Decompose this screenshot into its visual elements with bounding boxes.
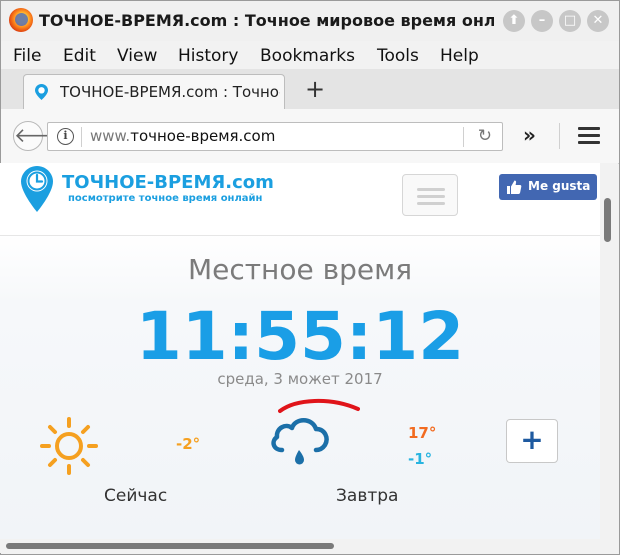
menu-history[interactable]: History	[178, 46, 238, 66]
tab-label: ТОЧНОЕ-ВРЕМЯ.com : Точное	[60, 83, 280, 101]
window-close-button[interactable]: ✕	[587, 10, 609, 32]
info-icon[interactable]: i	[57, 128, 74, 145]
window-up-button[interactable]: ⬆	[503, 10, 525, 32]
tomorrow-high-temperature: 17°	[408, 424, 437, 442]
navigation-bar: 🡐 i www.точное-время.com ↻ »	[1, 109, 619, 164]
tomorrow-label: Завтра	[336, 486, 399, 506]
reload-separator	[463, 127, 464, 147]
clock-time: 11:55:12	[135, 298, 465, 375]
toolbar-separator	[559, 123, 560, 149]
url-text[interactable]: www.точное-время.com	[90, 127, 275, 145]
open-menu-icon[interactable]	[578, 127, 600, 145]
menu-file[interactable]: File	[13, 46, 41, 66]
site-header: ТОЧНОЕ-ВРЕМЯ.com посмотрите точное время…	[0, 163, 600, 236]
facebook-like-button[interactable]: Me gusta	[499, 174, 597, 200]
hamburger-icon	[417, 188, 445, 191]
title-bar: ТОЧНОЕ-ВРЕМЯ.com : Точное мировое время …	[1, 1, 619, 41]
back-button[interactable]: 🡐	[13, 121, 68, 151]
location-pin-icon	[35, 84, 48, 100]
now-label: Сейчас	[104, 486, 168, 506]
url-separator	[81, 127, 82, 147]
menu-help[interactable]: Help	[440, 46, 479, 66]
firefox-logo-icon	[9, 8, 33, 32]
clock-date: среда, 3 мoжет 2017	[217, 370, 383, 388]
add-location-button[interactable]: +	[506, 419, 558, 463]
site-logo-tagline: посмотрите точное время онлайн	[68, 193, 263, 204]
clock-pin-logo-icon[interactable]	[20, 165, 54, 213]
menu-bar: File Edit View History Bookmarks Tools H…	[1, 41, 619, 69]
site-logo-name[interactable]: ТОЧНОЕ-ВРЕМЯ.com	[62, 172, 274, 193]
menu-edit[interactable]: Edit	[63, 46, 96, 66]
new-tab-button[interactable]: +	[305, 75, 325, 103]
menu-bookmarks[interactable]: Bookmarks	[260, 46, 355, 66]
tomorrow-low-temperature: -1°	[408, 450, 433, 468]
window-minimize-button[interactable]: –	[531, 10, 553, 32]
rain-cloud-icon	[271, 418, 329, 465]
like-label: Me gusta	[528, 179, 591, 193]
tab-strip: ТОЧНОЕ-ВРЕМЯ.com : Точное +	[1, 69, 619, 110]
window-maximize-button[interactable]: □	[559, 10, 581, 32]
web-page: ТОЧНОЕ-ВРЕМЯ.com посмотрите точное время…	[0, 163, 600, 539]
window-title: ТОЧНОЕ-ВРЕМЯ.com : Точное мировое время …	[39, 11, 494, 30]
horizontal-scroll-thumb[interactable]	[6, 543, 334, 549]
reload-icon[interactable]: ↻	[478, 126, 492, 146]
vertical-scroll-thumb[interactable]	[604, 198, 611, 242]
menu-view[interactable]: View	[117, 46, 157, 66]
local-time-heading: Местное время	[187, 253, 413, 286]
thumbs-up-icon	[507, 180, 522, 194]
tab-active[interactable]: ТОЧНОЕ-ВРЕМЯ.com : Точное	[23, 74, 285, 109]
current-temperature: -2°	[176, 435, 201, 453]
overflow-chevron-icon[interactable]: »	[523, 123, 536, 147]
address-bar[interactable]: i www.точное-время.com ↻	[47, 122, 503, 151]
menu-tools[interactable]: Tools	[377, 46, 419, 66]
sun-icon	[40, 417, 98, 475]
site-menu-toggle-button[interactable]	[402, 174, 458, 216]
